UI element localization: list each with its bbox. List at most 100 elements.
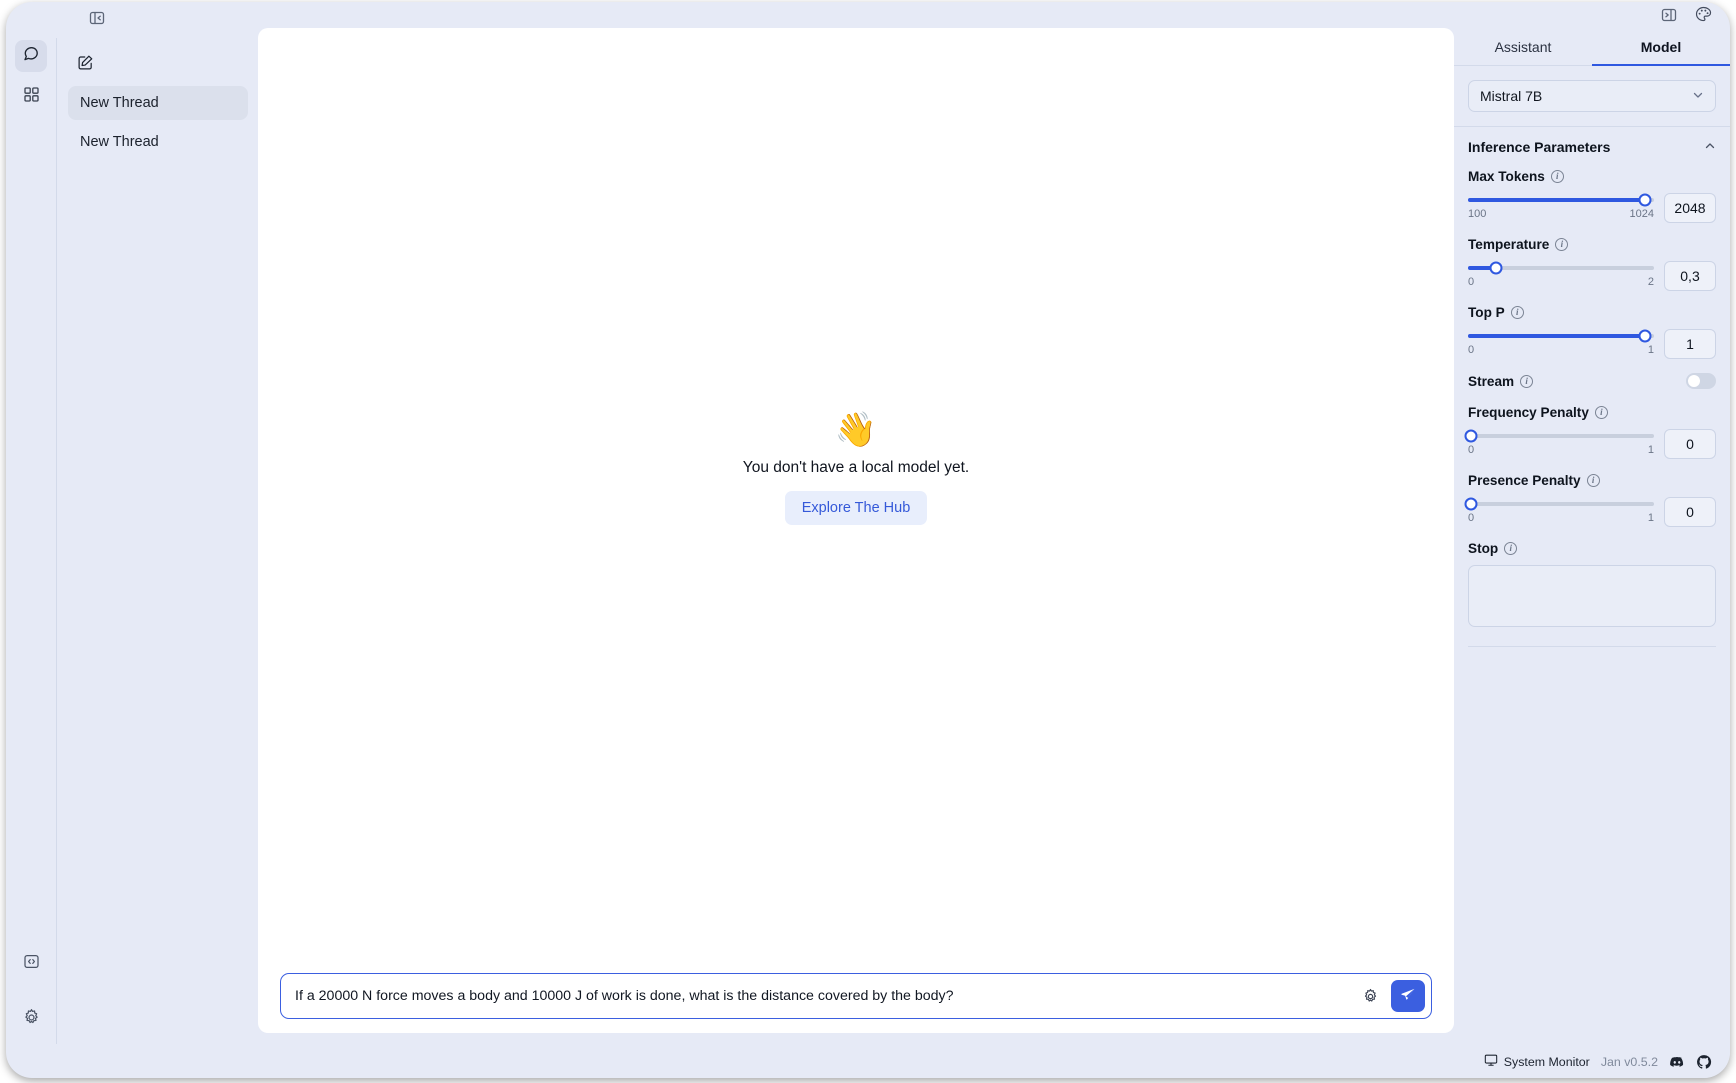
sidebar-item-local-api-server[interactable] [15,948,47,980]
param-presence-penalty: Presence Penalty i 0 1 0 [1468,473,1716,527]
param-label-row: Temperature i [1468,237,1716,252]
discord-icon[interactable] [1669,1054,1685,1070]
section-divider [1468,646,1716,647]
param-label: Max Tokens [1468,169,1545,184]
param-label: Stream [1468,374,1514,389]
slider-min-label: 0 [1468,444,1474,456]
app-window: New Thread New Thread 👋 You don't have a… [0,0,1736,1083]
slider-max-label: 1 [1648,344,1654,356]
slider-max-label: 2 [1648,276,1654,288]
param-label: Top P [1468,305,1505,320]
status-bar: System Monitor Jan v0.5.2 [1484,1053,1712,1070]
param-label-row: Presence Penalty i [1468,473,1716,488]
left-rail [12,32,50,1078]
palette-icon[interactable] [1695,6,1712,23]
param-frequency-penalty: Frequency Penalty i 0 1 0 [1468,405,1716,459]
tab-model[interactable]: Model [1592,32,1730,65]
info-icon[interactable]: i [1551,170,1564,183]
inference-parameters-header[interactable]: Inference Parameters [1468,139,1716,155]
param-label-row: Frequency Penalty i [1468,405,1716,420]
panel-right-expand-icon[interactable] [1661,7,1677,23]
slider-max-label: 1024 [1630,208,1654,220]
composer-settings-gear-icon[interactable] [1362,988,1379,1005]
slider-temperature[interactable]: 0 2 [1468,261,1654,288]
top-bar-right-actions [1661,6,1712,23]
panel-left-collapse-icon[interactable] [86,7,108,29]
info-icon[interactable]: i [1511,306,1524,319]
param-temperature: Temperature i 0 2 0,3 [1468,237,1716,291]
compose-pencil-icon [77,54,94,76]
code-brackets-icon [23,953,40,975]
app-version-label: Jan v0.5.2 [1601,1055,1658,1069]
info-icon[interactable]: i [1555,238,1568,251]
sidebar-item-chat[interactable] [15,40,47,72]
toggle-knob [1688,375,1700,387]
right-settings-panel: Assistant Model Mistral 7B Inference Par… [1454,32,1730,1078]
slider-frequency-penalty[interactable]: 0 1 [1468,429,1654,456]
empty-state-message: You don't have a local model yet. [743,459,969,477]
send-paper-plane-icon [1400,987,1416,1006]
model-selector-container: Mistral 7B [1454,66,1730,127]
monitor-icon [1484,1053,1498,1070]
slider-max-label: 1 [1648,444,1654,456]
chat-main-area: 👋 You don't have a local model yet. Expl… [258,28,1454,1033]
value-input-presence-penalty[interactable]: 0 [1664,497,1716,527]
slider-min-label: 0 [1468,512,1474,524]
thread-list-item[interactable]: New Thread [68,125,248,159]
thread-title: New Thread [80,95,159,111]
github-icon[interactable] [1696,1054,1712,1070]
system-monitor-button[interactable]: System Monitor [1484,1053,1590,1070]
value-input-max-tokens[interactable]: 2048 [1664,193,1716,223]
chat-input[interactable] [281,988,1362,1004]
param-label: Stop [1468,541,1498,556]
param-label-row: Stop i [1468,541,1716,556]
info-icon[interactable]: i [1504,542,1517,555]
app-shell: New Thread New Thread 👋 You don't have a… [6,2,1730,1078]
system-monitor-label: System Monitor [1504,1055,1590,1069]
param-label-row: Top P i [1468,305,1716,320]
param-top-p: Top P i 0 1 1 [1468,305,1716,359]
slider-max-tokens[interactable]: 100 1024 [1468,193,1654,220]
slider-max-label: 1 [1648,512,1654,524]
sidebar-item-settings[interactable] [15,1004,47,1036]
slider-min-label: 0 [1468,344,1474,356]
slider-min-label: 0 [1468,276,1474,288]
param-label: Temperature [1468,237,1549,252]
slider-top-p[interactable]: 0 1 [1468,329,1654,356]
grid-squares-icon [23,86,40,108]
send-message-button[interactable] [1391,980,1425,1012]
model-select-dropdown[interactable]: Mistral 7B [1468,80,1716,112]
value-input-temperature[interactable]: 0,3 [1664,261,1716,291]
new-thread-button[interactable] [72,52,98,78]
slider-presence-penalty[interactable]: 0 1 [1468,497,1654,524]
param-stream: Stream i [1468,373,1716,389]
param-stop: Stop i [1468,541,1716,632]
chevron-down-icon [1692,88,1704,104]
param-label-row: Stream i [1468,374,1533,389]
stop-sequences-textarea[interactable] [1468,565,1716,627]
inference-parameters-title: Inference Parameters [1468,139,1610,155]
param-label: Frequency Penalty [1468,405,1589,420]
value-input-top-p[interactable]: 1 [1664,329,1716,359]
model-select-value: Mistral 7B [1480,88,1542,104]
thread-list-panel: New Thread New Thread [58,32,258,1078]
explore-the-hub-button[interactable]: Explore The Hub [785,491,928,525]
tab-assistant[interactable]: Assistant [1454,32,1592,65]
inference-parameters-section: Inference Parameters Max Tokens i [1454,127,1730,647]
toggle-stream[interactable] [1686,373,1716,389]
info-icon[interactable]: i [1587,474,1600,487]
rail-divider [56,38,57,1044]
chat-composer [280,973,1432,1019]
chevron-up-icon [1704,139,1716,155]
right-panel-tabs: Assistant Model [1454,32,1730,66]
thread-list-item[interactable]: New Thread [68,86,248,120]
slider-min-label: 100 [1468,208,1486,220]
value-input-frequency-penalty[interactable]: 0 [1664,429,1716,459]
waving-hand-icon: 👋 [835,413,877,447]
chat-bubble-icon [22,45,40,68]
info-icon[interactable]: i [1595,406,1608,419]
info-icon[interactable]: i [1520,375,1533,388]
rail-primary-nav [15,40,47,113]
sidebar-item-hub[interactable] [15,81,47,113]
thread-title: New Thread [80,134,159,150]
